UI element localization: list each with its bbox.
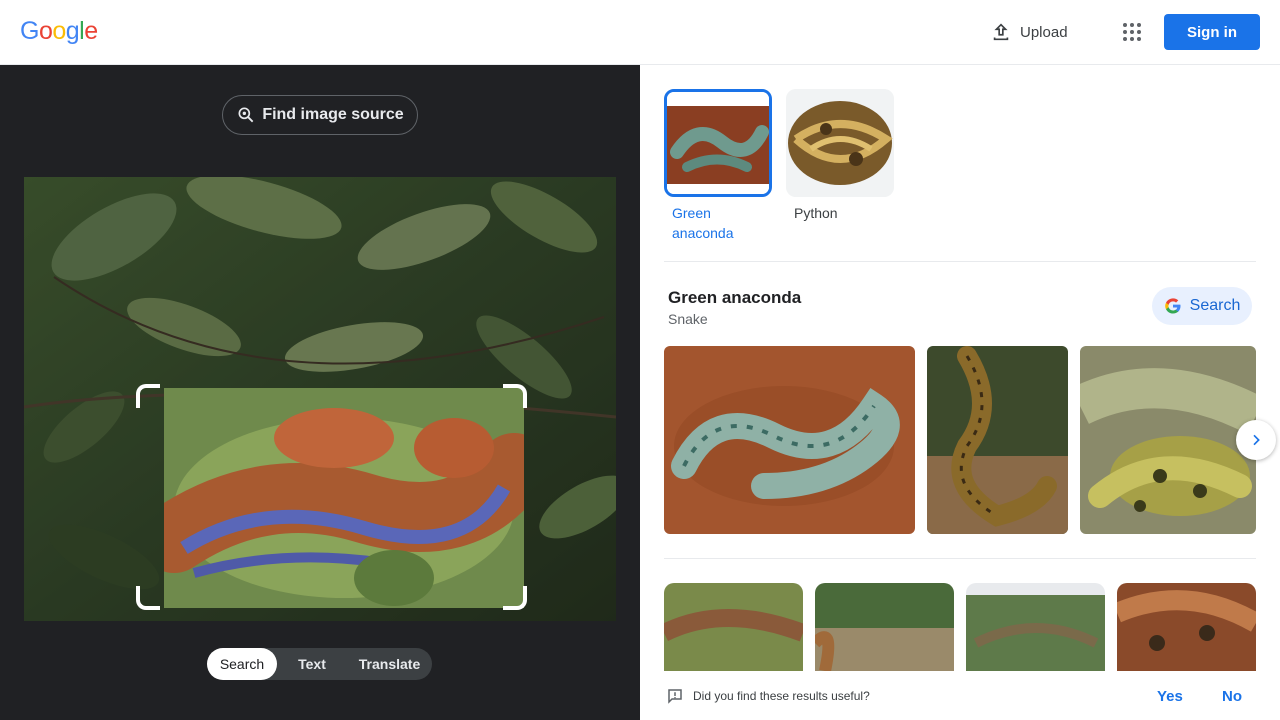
- logo-letter: g: [65, 17, 80, 45]
- crop-handle-top-left[interactable]: [136, 384, 160, 408]
- result-image[interactable]: [927, 346, 1068, 534]
- logo-letter: G: [20, 17, 39, 45]
- results-pane: Green anaconda Python Green anaconda Sna…: [640, 65, 1280, 720]
- chevron-right-icon: [1253, 434, 1260, 446]
- sign-in-button[interactable]: Sign in: [1164, 14, 1260, 50]
- uploaded-photo[interactable]: [24, 177, 616, 621]
- upload-label: Upload: [1020, 23, 1068, 41]
- candidate-green-anaconda[interactable]: Green anaconda: [664, 89, 772, 243]
- lens-mode-switcher: Search Text Translate: [207, 648, 432, 680]
- result-image[interactable]: [966, 583, 1105, 671]
- google-g-icon: [1164, 298, 1181, 314]
- entity-title[interactable]: Green anaconda: [668, 288, 801, 308]
- feedback-no-button[interactable]: No: [1222, 688, 1242, 705]
- lens-image-pane: Find image source Search Text Translate: [0, 65, 640, 720]
- candidate-thumbnail: [786, 89, 894, 197]
- mode-text[interactable]: Text: [277, 648, 347, 680]
- selected-region[interactable]: [164, 388, 524, 608]
- result-image[interactable]: [664, 346, 915, 534]
- entity-search-button[interactable]: Search: [1152, 287, 1252, 325]
- feedback-yes-button[interactable]: Yes: [1157, 688, 1183, 705]
- crop-handle-bottom-left[interactable]: [136, 586, 160, 610]
- lens-search-icon: [238, 107, 254, 123]
- candidate-label: Python: [794, 205, 838, 221]
- feedback-question: Did you find these results useful?: [693, 689, 870, 703]
- find-image-source-button[interactable]: Find image source: [222, 95, 418, 135]
- logo-letter: o: [52, 17, 66, 45]
- carousel-next-button[interactable]: [1236, 420, 1276, 460]
- feedback-icon: [668, 689, 682, 704]
- crop-handle-top-right[interactable]: [503, 384, 527, 408]
- feedback-bar: Did you find these results useful? Yes N…: [640, 678, 1280, 720]
- candidate-label: Green anaconda: [672, 205, 734, 241]
- result-image[interactable]: [664, 583, 803, 671]
- candidate-python[interactable]: Python: [786, 89, 894, 223]
- result-image[interactable]: [1117, 583, 1256, 671]
- apps-grid-icon[interactable]: [1118, 18, 1146, 46]
- crop-handle-bottom-right[interactable]: [503, 586, 527, 610]
- upload-icon: [993, 23, 1009, 41]
- logo-letter: o: [38, 17, 53, 45]
- header: Google Upload Sign in: [0, 0, 1280, 65]
- mode-search[interactable]: Search: [207, 648, 277, 680]
- upload-button[interactable]: Upload: [990, 16, 1068, 48]
- result-image[interactable]: [815, 583, 954, 671]
- divider: [664, 261, 1256, 262]
- entity-subtitle: Snake: [668, 311, 708, 327]
- mode-translate[interactable]: Translate: [347, 648, 432, 680]
- find-image-source-label: Find image source: [262, 106, 404, 123]
- result-image[interactable]: [1080, 346, 1256, 534]
- entity-search-label: Search: [1189, 297, 1241, 314]
- divider: [664, 558, 1256, 559]
- logo-letter: e: [84, 17, 98, 45]
- google-logo[interactable]: Google: [20, 17, 98, 46]
- candidate-thumbnail: [664, 89, 772, 197]
